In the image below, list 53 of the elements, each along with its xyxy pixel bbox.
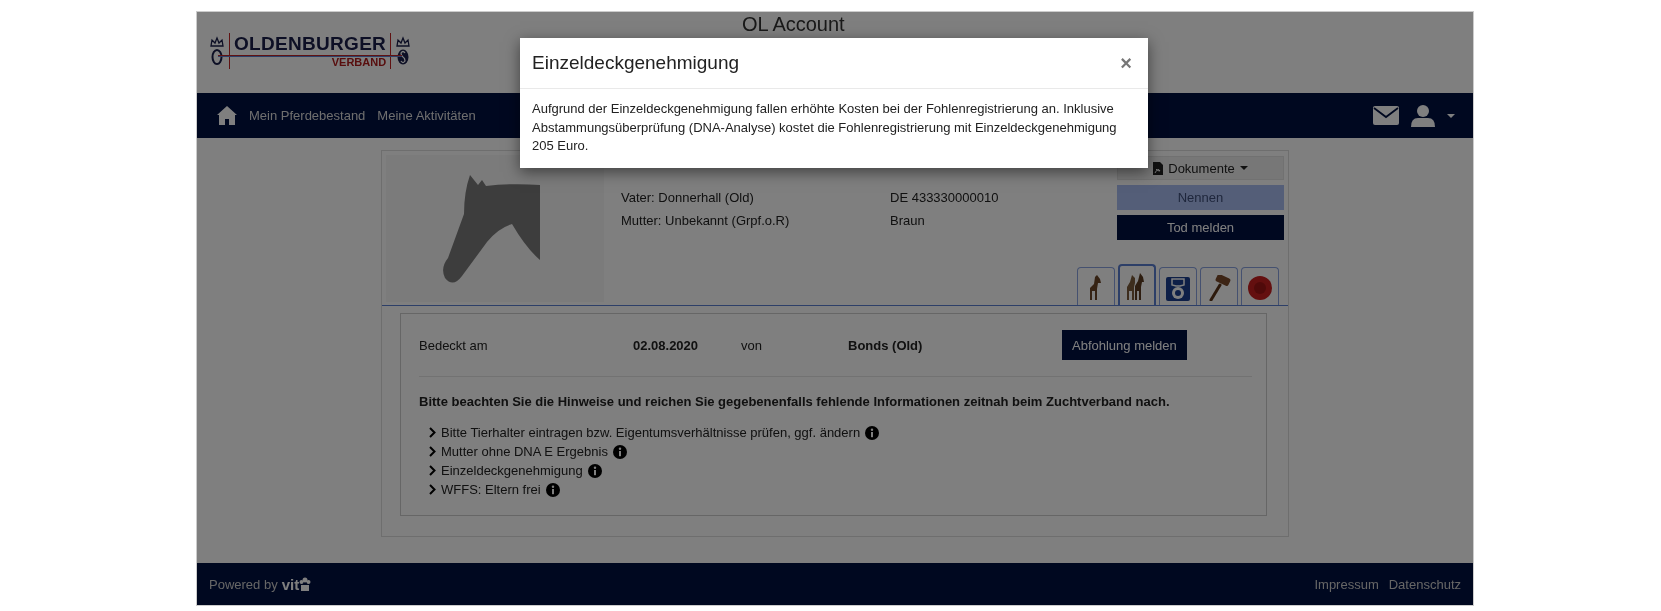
- foaling-button[interactable]: Abfohlung melden: [1062, 330, 1187, 360]
- crown-emblem-icon: [395, 35, 412, 66]
- close-button[interactable]: ×: [1120, 51, 1132, 75]
- field-label: Bedeckt am: [419, 337, 489, 353]
- notice-text: Bitte beachten Sie die Hinweise und reichen Sie gegebenenfalls fehlende Informationen zeitnah beim Zuchtverband nach.: [419, 394, 1171, 409]
- logo-text: OLDENBURGER: [234, 32, 387, 55]
- info-icon[interactable]: [545, 482, 560, 497]
- page-title: OL Account: [742, 13, 845, 36]
- chevron-icon[interactable]: [429, 427, 436, 438]
- footer-link[interactable]: Datenschutz: [1388, 576, 1461, 592]
- hint-text[interactable]: WFFS: Eltern frei: [441, 482, 541, 497]
- info-icon[interactable]: [587, 463, 602, 478]
- detail-text: Mutter: Unbekannt (Grpf.o.R): [621, 212, 791, 230]
- mail-icon[interactable]: [1373, 106, 1399, 125]
- documents-dropdown[interactable]: Dokumente: [1117, 156, 1284, 180]
- nav-link[interactable]: Meine Aktivitäten: [377, 108, 476, 123]
- pdf-file-icon: [1153, 161, 1164, 175]
- info-icon[interactable]: [612, 444, 627, 459]
- powered-by-text: Powered by: [209, 576, 278, 592]
- crown-emblem-icon: [209, 35, 225, 66]
- seal-icon: [1247, 275, 1273, 301]
- category-tab[interactable]: [1118, 264, 1156, 305]
- detail-text: Vater: Donnerhall (Old): [621, 189, 755, 207]
- stallion-name: Bonds (Old): [848, 337, 924, 353]
- caret-icon[interactable]: [1447, 113, 1455, 118]
- hint-text[interactable]: Bitte Tierhalter eintragen bzw. Eigentumsverhältnisse prüfen, ggf. ändern: [441, 425, 861, 440]
- chevron-icon[interactable]: [429, 484, 436, 495]
- category-tab[interactable]: [1241, 267, 1279, 305]
- footer-link[interactable]: Impressum: [1314, 576, 1379, 592]
- category-tab[interactable]: [1200, 267, 1238, 305]
- chevron-icon[interactable]: [429, 446, 436, 457]
- logo-subtext: VERBAND: [331, 54, 387, 69]
- caret-icon: [1239, 166, 1248, 170]
- category-tab[interactable]: [1077, 267, 1115, 305]
- gavel-icon: [1207, 275, 1231, 301]
- field-label: von: [741, 337, 763, 353]
- nav-link[interactable]: Mein Pferdebestand: [249, 108, 366, 123]
- medal-badge-icon: [1166, 277, 1190, 301]
- user-icon[interactable]: [1411, 104, 1435, 127]
- horse-icon: [1088, 275, 1104, 301]
- home-icon[interactable]: [217, 106, 237, 125]
- chevron-icon[interactable]: [429, 465, 436, 476]
- category-tab[interactable]: [1159, 267, 1197, 305]
- action-button[interactable]: Tod melden: [1117, 215, 1284, 240]
- date-text: 02.08.2020: [633, 337, 700, 353]
- detail-text: Braun: [890, 212, 925, 230]
- modal-title: Einzeldeckgenehmigung: [532, 52, 740, 74]
- hint-text[interactable]: Mutter ohne DNA E Ergebnis: [441, 444, 608, 459]
- modal-text: Aufgrund der Einzeldeckgenehmigung fallen erhöhte Kosten bei der Fohlenregistrierung an. Inklusive Abstammungsüberprüfung (DNA-Analyse) kostet die Fohlenregistrierung mit Einzeldeckgenehmigung 205 Euro.: [531, 100, 1118, 155]
- hint-text[interactable]: Einzeldeckgenehmigung: [441, 463, 583, 478]
- detail-text: DE 433330000010: [890, 189, 999, 207]
- brand-logo-text: vit: [281, 575, 300, 593]
- info-icon[interactable]: [865, 425, 880, 440]
